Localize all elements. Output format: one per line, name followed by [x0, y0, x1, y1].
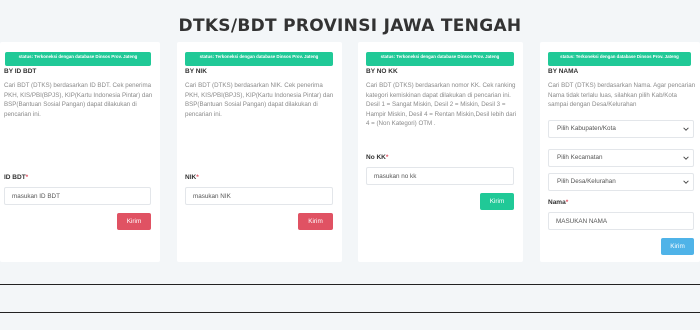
desa-select[interactable]: Pilih Desa/Kelurahan	[548, 173, 694, 191]
page-title: DTKS/BDT PROVINSI JAWA TENGAH	[178, 16, 522, 36]
card-by-nik: status: Terkoneksi dengan database Dinso…	[177, 42, 342, 262]
card-description: Cari BDT (DTKS) berdasarkan ID BDT. Cek …	[4, 82, 153, 118]
nama-input[interactable]	[548, 212, 694, 230]
kecamatan-select-value: Pilih Kecamatan	[557, 154, 603, 161]
card-title: BY NIK	[185, 68, 207, 75]
kirim-button[interactable]: Kirim	[298, 213, 333, 230]
kirim-button[interactable]: Kirim	[117, 213, 151, 230]
kabupaten-select-value: Pilih Kabupaten/Kota	[557, 125, 616, 132]
card-title: BY ID BDT	[4, 68, 37, 75]
kabupaten-select[interactable]: Pilih Kabupaten/Kota	[548, 120, 694, 138]
card-description: Cari BDT (DTKS) berdasarkan nomor KK. Ce…	[366, 82, 517, 128]
divider	[0, 284, 700, 285]
status-badge: status: Terkoneksi dengan database Dinso…	[366, 52, 514, 66]
status-badge: status: Terkoneksi dengan database Dinso…	[185, 52, 333, 66]
chevron-down-icon	[683, 127, 689, 131]
no-kk-label: No KK*	[366, 154, 389, 161]
card-description: Cari BDT (DTKS) berdasarkan Nama. Agar p…	[548, 82, 696, 109]
id-bdt-input[interactable]	[4, 187, 151, 205]
card-by-no-kk: status: Terkoneksi dengan database Dinso…	[358, 42, 523, 262]
kirim-button[interactable]: Kirim	[661, 238, 694, 255]
desa-select-value: Pilih Desa/Kelurahan	[557, 178, 616, 185]
no-kk-input[interactable]	[366, 167, 514, 185]
chevron-down-icon	[683, 156, 689, 160]
chevron-down-icon	[683, 180, 689, 184]
nik-input[interactable]	[185, 187, 333, 205]
nik-label: NIK*	[185, 174, 199, 181]
status-badge: status: Terkoneksi dengan database Dinso…	[5, 52, 151, 66]
kirim-button[interactable]: Kirim	[480, 193, 514, 210]
card-by-nama: status: Terkoneksi dengan database Dinso…	[540, 42, 700, 262]
status-badge: status: Terkoneksi dengan database Dinso…	[548, 52, 691, 66]
divider	[0, 312, 700, 313]
card-by-id-bdt: status: Terkoneksi dengan database Dinso…	[0, 42, 160, 262]
card-title: BY NAMA	[548, 68, 579, 75]
nama-label: Nama*	[548, 199, 569, 206]
card-description: Cari BDT (DTKS) berdasarkan NIK. Cek pen…	[185, 82, 334, 118]
card-title: BY NO KK	[366, 68, 398, 75]
kecamatan-select[interactable]: Pilih Kecamatan	[548, 149, 694, 167]
id-bdt-label: ID BDT*	[4, 174, 29, 181]
